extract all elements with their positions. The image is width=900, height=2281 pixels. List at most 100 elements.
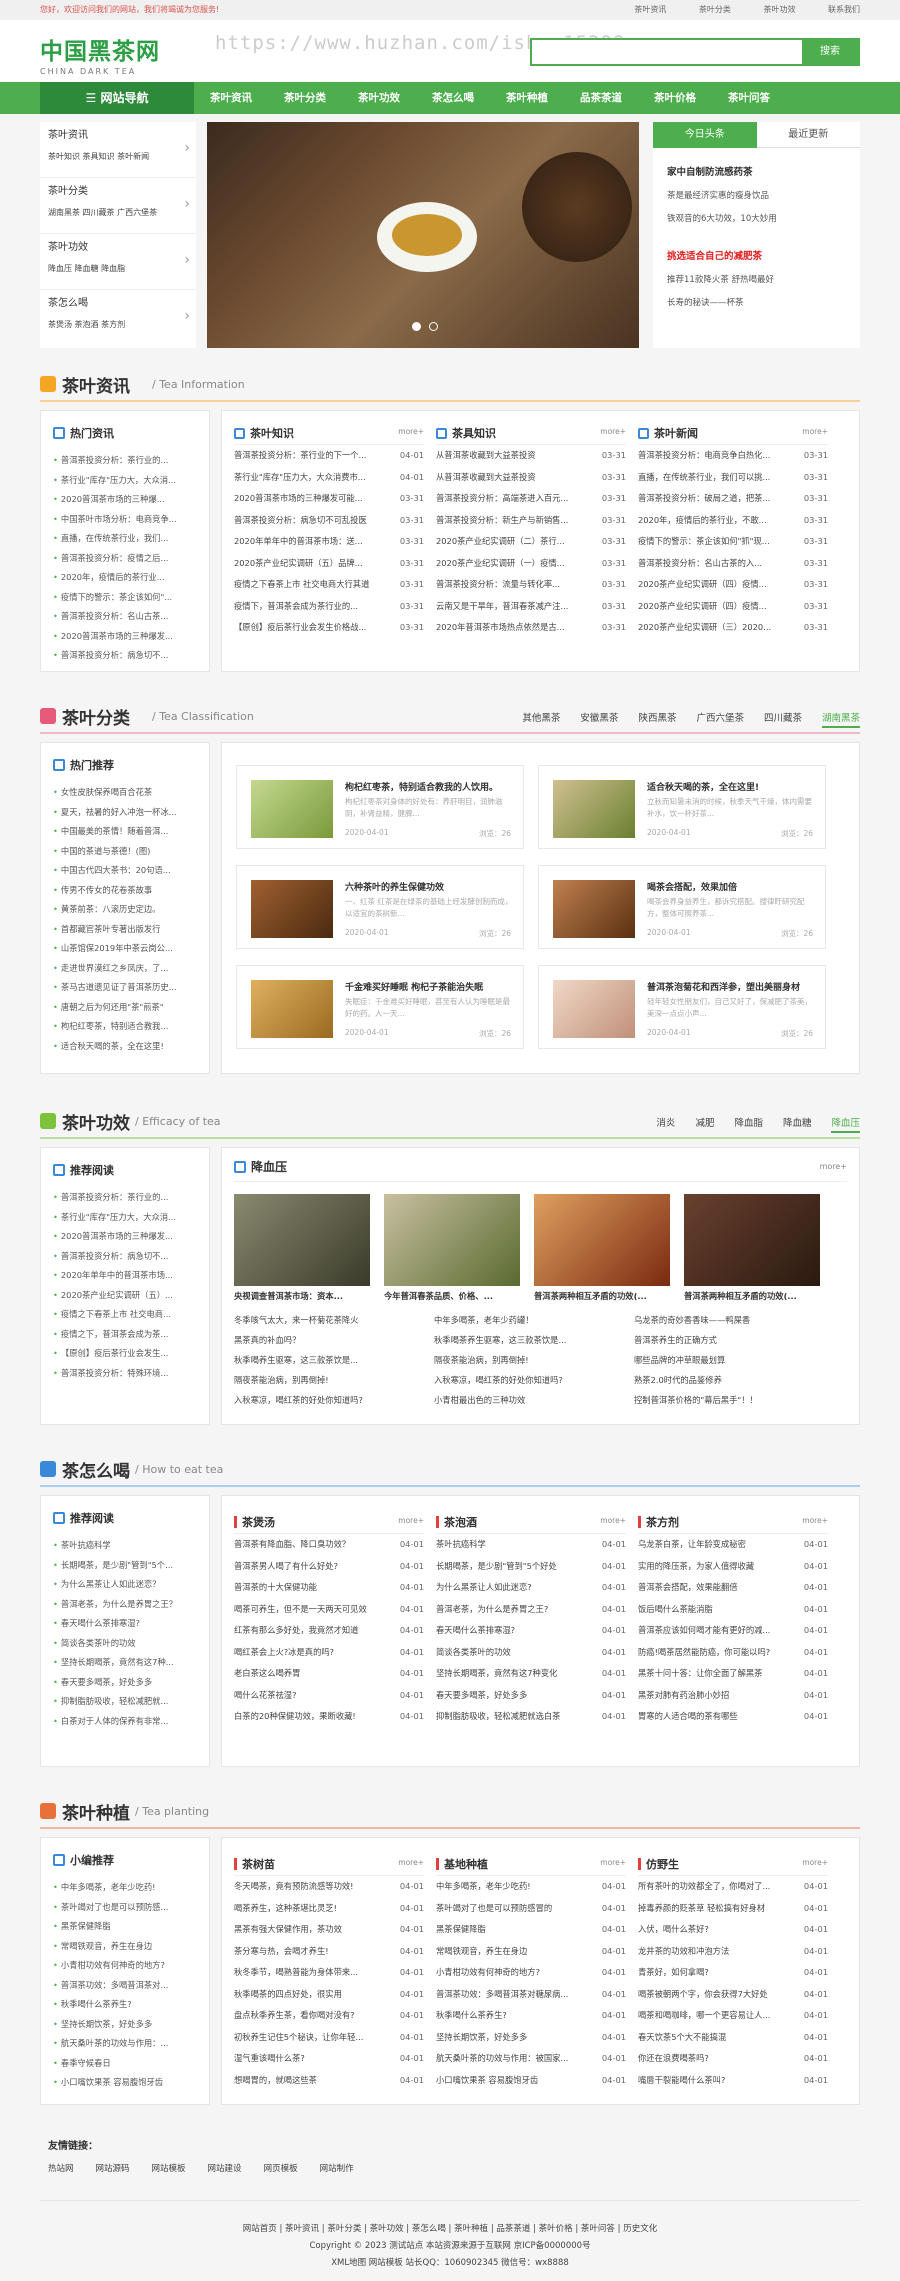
list-item-title[interactable]: 2020茶产业纪实调研（一）疫情... xyxy=(436,553,586,575)
section-tab[interactable]: 湖南黑茶 xyxy=(821,713,860,728)
list-item-title[interactable]: 胃寒的人适合喝的茶有哪些 xyxy=(638,1706,788,1728)
side-list-item[interactable]: 中国古代四大茶书：20句语... xyxy=(53,861,193,881)
list-item[interactable]: 2020年单年中的普洱茶市场：送... 03-31 xyxy=(234,531,424,553)
side-list-item[interactable]: 普洱茶功效：多喝普洱茶对... xyxy=(53,1976,193,1996)
list-item-title[interactable]: 为什么黑茶让人如此迷恋? xyxy=(436,1577,586,1599)
list-item[interactable]: 从普洱茶收藏到大益茶投资 03-31 xyxy=(436,467,626,489)
image-card[interactable]: 普洱茶两种相互矛盾的功效(... xyxy=(534,1194,670,1302)
side-list-item[interactable]: 中国茶叶市场分析：电商竞争... xyxy=(53,510,193,530)
nav-item[interactable]: 茶叶分类 xyxy=(268,82,342,114)
text-link[interactable]: 入秋寒凉，喝红茶的好处你知道吗? xyxy=(234,1394,414,1406)
nav-home[interactable]: ☰ 网站导航 xyxy=(40,82,194,114)
side-list-item[interactable]: 【原创】疫后茶行业会发生... xyxy=(53,1344,193,1364)
list-item-title[interactable]: 茶分寒与热，会喝才养生! xyxy=(234,1941,384,1963)
list-item[interactable]: 普洱茶男人喝了有什么好处? 04-01 xyxy=(234,1556,424,1578)
section-tab[interactable]: 其他黑茶 xyxy=(522,713,560,724)
list-item[interactable]: 茶叶竭对了也是可以预防感冒的 04-01 xyxy=(436,1898,626,1920)
side-list-item[interactable]: 普洱茶投资分析：疫情之后... xyxy=(53,549,193,569)
list-item[interactable]: 黑茶有强大保健作用，茶功效 04-01 xyxy=(234,1919,424,1941)
list-item-title[interactable]: 疫情下的警示：茶企该如何"抓"现... xyxy=(638,531,788,553)
side-list-item[interactable]: 山茶馆保2019年中茶云岗公... xyxy=(53,939,193,959)
section-tab[interactable]: 安徽黑茶 xyxy=(580,713,618,724)
list-item[interactable]: 茶分寒与热，会喝才养生! 04-01 xyxy=(234,1941,424,1963)
section-tab[interactable]: 降血脂 xyxy=(734,1118,763,1129)
more-link[interactable]: more+ xyxy=(600,427,626,436)
list-item-title[interactable]: 坚持长期饮茶，好处多多 xyxy=(436,2027,586,2049)
list-item[interactable]: 胃寒的人适合喝的茶有哪些 04-01 xyxy=(638,1706,828,1728)
list-item[interactable]: 为什么黑茶让人如此迷恋? 04-01 xyxy=(436,1577,626,1599)
side-list-item[interactable]: 茶行业"库存"压力大，大众消... xyxy=(53,471,193,491)
list-item[interactable]: 抑制脂肪吸收，轻松减肥就选白茶 04-01 xyxy=(436,1706,626,1728)
list-item[interactable]: 青茶好，如何拿喝? 04-01 xyxy=(638,1962,828,1984)
text-link[interactable]: 秋季喝茶养生驱寒，这三款茶饮是... xyxy=(434,1334,614,1346)
list-item-title[interactable]: 防癌!喝茶居然能防癌，你可能以吗? xyxy=(638,1642,788,1664)
list-item-title[interactable]: 2020茶产业纪实调研（三）2020... xyxy=(638,617,788,639)
list-item[interactable]: 茶叶抗癌科学 04-01 xyxy=(436,1534,626,1556)
list-item-title[interactable]: 秋冬季节，喝熟普能为身体带来... xyxy=(234,1962,384,1984)
list-item-title[interactable]: 中年多喝茶，老年少吃药! xyxy=(436,1876,586,1898)
side-list-item[interactable]: 为什么黑茶让人如此迷恋？ xyxy=(53,1575,193,1595)
list-item[interactable]: 茶行业"库存"压力大，大众消费市... 04-01 xyxy=(234,467,424,489)
friend-link[interactable]: 网页模板 xyxy=(264,2164,298,2174)
list-item[interactable]: 2020茶产业纪实调研（四）疫情... 03-31 xyxy=(638,574,828,596)
list-item[interactable]: 普洱茶功效：多喝普洱茶对糖尿病... 04-01 xyxy=(436,1984,626,2006)
card-image[interactable] xyxy=(251,880,333,938)
list-item-title[interactable]: 喝红茶会上火?冰是真的吗? xyxy=(234,1642,384,1664)
list-item[interactable]: 普洱茶投资分析：流量与转化率... 03-31 xyxy=(436,574,626,596)
column-title[interactable]: 茶泡酒 xyxy=(436,1514,477,1530)
side-list-item[interactable]: 疫情之下，普洱茶会成为茶... xyxy=(53,1325,193,1345)
list-item[interactable]: 喝红茶会上火?冰是真的吗? 04-01 xyxy=(234,1642,424,1664)
list-item-title[interactable]: 2020茶产业纪实调研（二）茶行... xyxy=(436,531,586,553)
category-item[interactable]: 茶叶功效 降血压 降血糖 降血脂 › xyxy=(40,234,196,290)
side-list-item[interactable]: 茶行业"库存"压力大，大众消... xyxy=(53,1208,193,1228)
nav-item[interactable]: 茶怎么喝 xyxy=(416,82,490,114)
image-thumb[interactable] xyxy=(534,1194,670,1286)
side-list-item[interactable]: 常喝铁观音，养生在身边 xyxy=(53,1937,193,1957)
list-item[interactable]: 疫情下，普洱茶会成为茶行业的... 03-31 xyxy=(234,596,424,618)
list-item[interactable]: 小青柑功效有何神奇的地方? 04-01 xyxy=(436,1962,626,1984)
image-thumb[interactable] xyxy=(384,1194,520,1286)
headline-link[interactable]: 茶是最经济实惠的瘦身饮品 xyxy=(667,189,860,201)
list-item[interactable]: 普洱老茶，为什么是养胃之王? 04-01 xyxy=(436,1599,626,1621)
list-item-title[interactable]: 喝茶可养生，但不是一天两天可见效 xyxy=(234,1599,384,1621)
list-item-title[interactable]: 初秋养生记住5个秘诀，让你年轻... xyxy=(234,2027,384,2049)
list-item[interactable]: 黑茶保健降脂 04-01 xyxy=(436,1919,626,1941)
side-list-item[interactable]: 普洱茶投资分析：病急切不... xyxy=(53,1247,193,1267)
list-item[interactable]: 云南又是干旱年，普洱春茶减产注... 03-31 xyxy=(436,596,626,618)
side-list-item[interactable]: 2020普洱茶市场的三种爆... xyxy=(53,490,193,510)
list-item[interactable]: 普洱茶的十大保健功能 04-01 xyxy=(234,1577,424,1599)
site-logo[interactable]: 中国黑茶网 CHINA DARK TEA xyxy=(40,32,160,76)
list-item-title[interactable]: 喝茶被朝两个字，你会获得7大好处 xyxy=(638,1984,788,2006)
list-item-title[interactable]: 普洱茶的十大保健功能 xyxy=(234,1577,384,1599)
card-title[interactable]: 千金难买好睡眠 枸杞子茶能治失眠 xyxy=(345,980,520,993)
list-item-title[interactable]: 常喝铁观音，养生在身边 xyxy=(436,1941,586,1963)
more-link[interactable]: more+ xyxy=(600,1516,626,1525)
list-item-title[interactable]: 秋季喝茶的四点好处，很实用 xyxy=(234,1984,384,2006)
list-item-title[interactable]: 直播，在传统茶行业，我们可以挑... xyxy=(638,467,788,489)
list-item[interactable]: 2020茶产业纪实调研（四）疫情... 03-31 xyxy=(638,596,828,618)
search-input[interactable] xyxy=(532,40,792,64)
list-item[interactable]: 龙井茶的功效和冲泡方法 04-01 xyxy=(638,1941,828,1963)
side-list-item[interactable]: 长期喝茶，是少剧"管到"5个... xyxy=(53,1556,193,1576)
list-item-title[interactable]: 普洱茶投资分析：破局之道，把茶... xyxy=(638,488,788,510)
column-title[interactable]: 茶煲汤 xyxy=(234,1514,275,1530)
list-item[interactable]: 常喝铁观音，养生在身边 04-01 xyxy=(436,1941,626,1963)
side-list-item[interactable]: 夏天，祛暑的好入冲泡一杯冰... xyxy=(53,803,193,823)
side-list-item[interactable]: 秋季喝什么茶养生? xyxy=(53,1995,193,2015)
side-list-item[interactable]: 茶叶竭对了也是可以预防感... xyxy=(53,1898,193,1918)
text-link[interactable]: 中年多喝茶，老年少药罐！ xyxy=(434,1314,614,1326)
list-item-title[interactable]: 2020年单年中的普洱茶市场：送... xyxy=(234,531,384,553)
section-tab[interactable]: 广西六堡茶 xyxy=(696,713,744,724)
text-link[interactable]: 黑茶真的补血吗？ xyxy=(234,1334,414,1346)
list-item-title[interactable]: 春天饮茶5个大不能搞混 xyxy=(638,2027,788,2049)
article-card[interactable]: 喝茶会搭配，效果加倍 喝茶会养身益养生，都诉究搭配。搜律盱研究配方，整体可照养茶.… xyxy=(538,865,826,949)
list-item[interactable]: 普洱茶投资分析：病急切不可乱投医 03-31 xyxy=(234,510,424,532)
list-item-title[interactable]: 2020茶产业纪实调研（五）品牌... xyxy=(234,553,384,575)
side-list-item[interactable]: 中国的茶道与茶德！(图) xyxy=(53,842,193,862)
side-list-item[interactable]: 普洱老茶，为什么是养胃之王？ xyxy=(53,1595,193,1615)
image-card[interactable]: 普洱茶两种相互矛盾的功效(... xyxy=(684,1194,820,1302)
side-list-item[interactable]: 普洱茶投资分析：茶行业的... xyxy=(53,451,193,471)
list-item-title[interactable]: 普洱茶投资分析：病急切不可乱投医 xyxy=(234,510,384,532)
list-item[interactable]: 秋冬季节，喝熟普能为身体带来... 04-01 xyxy=(234,1962,424,1984)
list-item-title[interactable]: 航天桑叶茶的功效与作用：被国家... xyxy=(436,2048,586,2070)
